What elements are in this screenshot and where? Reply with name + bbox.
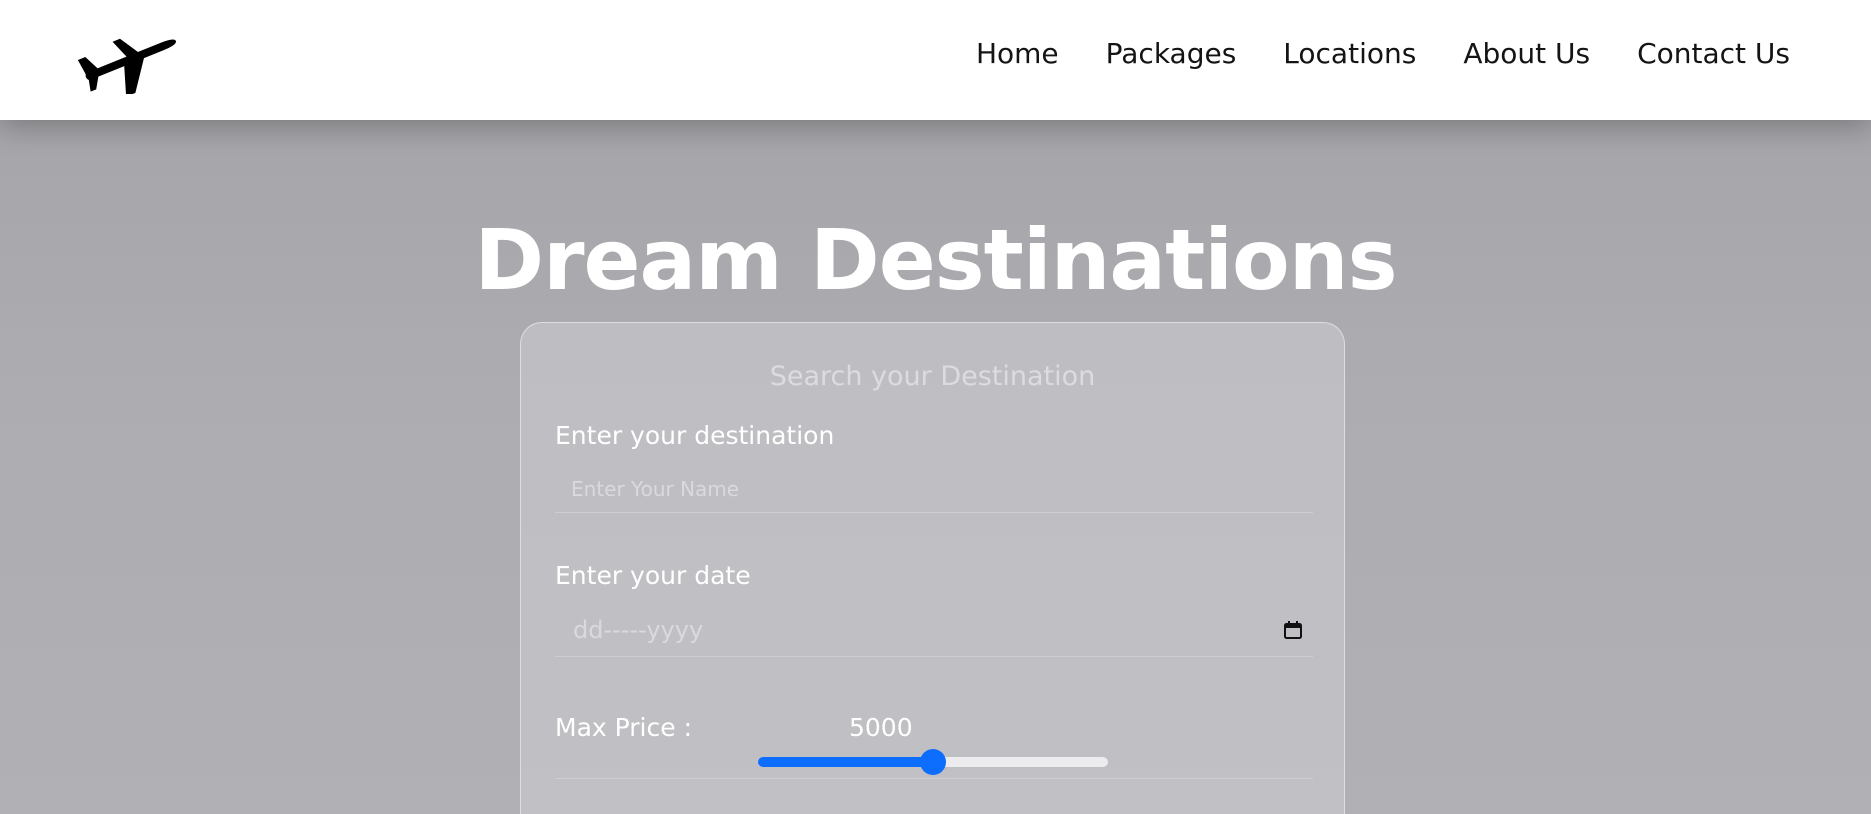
nav-about-us[interactable]: About Us <box>1463 34 1590 74</box>
main-nav: Home Packages Locations About Us Contact… <box>976 34 1790 74</box>
date-placeholder: dd-----yyyy <box>573 616 704 644</box>
calendar-icon[interactable] <box>1283 620 1303 640</box>
navbar: Home Packages Locations About Us Contact… <box>0 0 1871 120</box>
destination-input[interactable] <box>555 465 1313 513</box>
max-price-value: 5000 <box>849 713 913 742</box>
slider-thumb[interactable] <box>920 749 946 775</box>
hero-title: Dream Destinations <box>474 211 1397 309</box>
price-divider <box>555 778 1313 779</box>
search-card-title: Search your Destination <box>769 361 1096 392</box>
airplane-logo-icon[interactable] <box>77 22 184 97</box>
max-price-label: Max Price : <box>555 713 692 742</box>
date-input[interactable]: dd-----yyyy <box>555 603 1313 657</box>
nav-locations[interactable]: Locations <box>1283 34 1416 74</box>
nav-packages[interactable]: Packages <box>1106 34 1237 74</box>
search-card: Search your Destination Enter your desti… <box>520 322 1345 814</box>
max-price-slider[interactable] <box>758 749 1108 775</box>
nav-home[interactable]: Home <box>976 34 1059 74</box>
date-label: Enter your date <box>555 561 751 590</box>
slider-fill <box>758 757 933 767</box>
destination-label: Enter your destination <box>555 421 835 450</box>
nav-contact-us[interactable]: Contact Us <box>1637 34 1790 74</box>
